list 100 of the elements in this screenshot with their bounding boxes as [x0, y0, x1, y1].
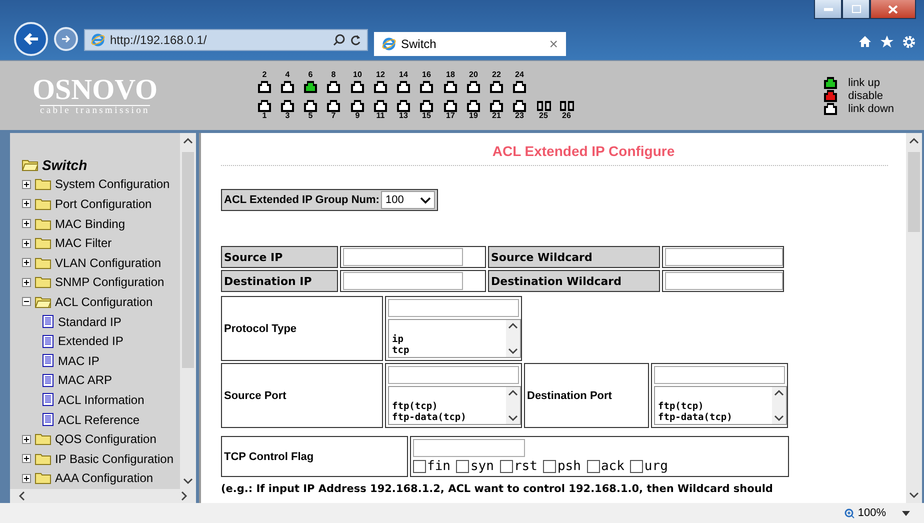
field-label: Source Port — [224, 390, 286, 402]
star-icon[interactable] — [880, 35, 894, 48]
checkbox[interactable] — [456, 460, 470, 473]
checkbox[interactable] — [586, 460, 600, 473]
expand-icon[interactable] — [22, 454, 31, 464]
expand-icon[interactable] — [22, 278, 31, 287]
group-select[interactable]: 100 — [381, 191, 436, 209]
text-field[interactable] — [654, 366, 785, 384]
port-number: 25 — [539, 111, 548, 121]
list-option[interactable]: ftp(tcp) — [392, 401, 506, 412]
list-option[interactable]: ftp(tcp) — [658, 401, 772, 412]
port-number: 23 — [515, 111, 524, 121]
scroll-down-icon[interactable] — [508, 415, 518, 422]
list-option[interactable]: ftp-data(tcp) — [392, 412, 506, 423]
field-label: Protocol Type — [224, 322, 297, 334]
folder-icon — [35, 276, 51, 288]
refresh-icon[interactable] — [350, 34, 361, 46]
expand-icon[interactable] — [22, 258, 31, 268]
tree-item[interactable]: AAA Configuration — [55, 471, 154, 486]
checkbox[interactable] — [413, 460, 426, 473]
browser-logo-icon — [382, 37, 396, 51]
list-option[interactable]: ip — [392, 334, 506, 345]
checkbox[interactable] — [630, 460, 644, 473]
tree-item[interactable]: ACL Information — [58, 392, 144, 407]
expand-icon[interactable] — [22, 434, 31, 444]
scroll-down-icon[interactable] — [183, 478, 193, 485]
caret-icon — [420, 196, 432, 204]
back-button[interactable] — [14, 22, 48, 56]
tree-item[interactable]: Extended IP — [58, 334, 124, 348]
scroll-down-icon[interactable] — [774, 415, 784, 422]
minimize-button[interactable] — [814, 0, 842, 19]
ip-input-field[interactable] — [343, 272, 463, 290]
tree-item[interactable]: ACL Reference — [58, 412, 140, 427]
wildcard-input-field[interactable] — [665, 248, 783, 266]
tree-item[interactable]: MAC ARP — [58, 373, 112, 388]
text-field[interactable] — [413, 439, 525, 457]
scroll-up-icon[interactable] — [183, 137, 193, 144]
search-icon[interactable] — [333, 34, 345, 46]
expand-icon[interactable] — [22, 474, 31, 483]
list-box[interactable]: ftp(tcp) ftp-data(tcp) — [388, 386, 521, 425]
scroll-up-icon[interactable] — [909, 137, 919, 144]
maximize-icon — [852, 5, 860, 13]
scroll-up-icon[interactable] — [774, 389, 784, 396]
close-button[interactable] — [870, 0, 916, 19]
scroll-down-icon[interactable] — [508, 348, 518, 355]
scrollbar-thumb[interactable] — [182, 152, 194, 368]
list-option[interactable]: tcp — [392, 345, 506, 356]
checkbox[interactable] — [543, 460, 556, 473]
tab-close-button[interactable]: × — [549, 36, 558, 52]
tree-root[interactable]: Switch — [42, 156, 88, 173]
logo-tagline: cable transmission — [40, 105, 150, 116]
tree-item[interactable]: VLAN Configuration — [55, 256, 162, 270]
expand-icon[interactable] — [22, 219, 31, 228]
dropdown-caret-icon[interactable] — [902, 510, 910, 516]
tree-item[interactable]: MAC Binding — [55, 216, 126, 231]
document-icon — [42, 354, 54, 368]
wildcard-input-field[interactable] — [665, 272, 783, 290]
tree-item[interactable]: MAC IP — [58, 354, 100, 368]
port-number: 17 — [446, 111, 455, 121]
scroll-up-icon[interactable] — [508, 322, 518, 329]
tree-item[interactable]: QOS Configuration — [55, 432, 156, 446]
checkbox[interactable] — [500, 460, 513, 473]
settings-icon[interactable] — [902, 35, 916, 49]
port-number: 22 — [492, 70, 501, 80]
tree-item[interactable]: SNMP Configuration — [55, 275, 164, 290]
forward-button[interactable] — [54, 27, 78, 51]
list-box[interactable]: ftp(tcp) ftp-data(tcp) — [654, 386, 787, 425]
expand-icon[interactable] — [22, 180, 31, 189]
close-icon — [888, 4, 898, 14]
tree-item[interactable]: ACL Configuration — [55, 294, 153, 309]
tree-item[interactable]: Standard IP — [58, 314, 122, 329]
horizontal-scrollbar[interactable] — [10, 489, 196, 503]
tree-item[interactable]: MAC Filter — [55, 236, 112, 250]
ip-input-field[interactable] — [343, 248, 463, 266]
collapse-icon[interactable] — [22, 297, 31, 306]
address-bar[interactable]: http://192.168.0.1/ — [84, 29, 368, 51]
scroll-right-icon[interactable] — [181, 491, 188, 501]
scroll-down-icon[interactable] — [909, 492, 919, 499]
list-option[interactable]: ftp-data(tcp) — [658, 412, 772, 423]
tree-item[interactable]: System Configuration — [55, 177, 170, 192]
field-label: Source IP — [221, 246, 338, 268]
browser-tab[interactable]: Switch × — [374, 32, 566, 56]
checkbox-label: urg — [644, 459, 668, 474]
text-field[interactable] — [388, 366, 519, 384]
scrollbar-thumb[interactable] — [908, 152, 920, 232]
folder-icon — [35, 452, 51, 465]
home-icon[interactable] — [858, 35, 872, 48]
scroll-left-icon[interactable] — [18, 491, 25, 501]
expand-icon[interactable] — [22, 238, 31, 248]
expand-icon[interactable] — [22, 199, 31, 208]
zoom-level[interactable]: 100% — [858, 507, 886, 519]
tree-item[interactable]: IP Basic Configuration — [55, 452, 174, 466]
maximize-button[interactable] — [842, 0, 870, 19]
port-number: 21 — [492, 111, 501, 121]
list-box[interactable]: ip tcp — [388, 319, 521, 358]
port-number: 2 — [262, 70, 267, 80]
scroll-up-icon[interactable] — [508, 389, 518, 396]
text-field[interactable] — [388, 299, 519, 317]
tree-item[interactable]: Port Configuration — [55, 196, 152, 211]
folder-icon — [35, 218, 51, 230]
